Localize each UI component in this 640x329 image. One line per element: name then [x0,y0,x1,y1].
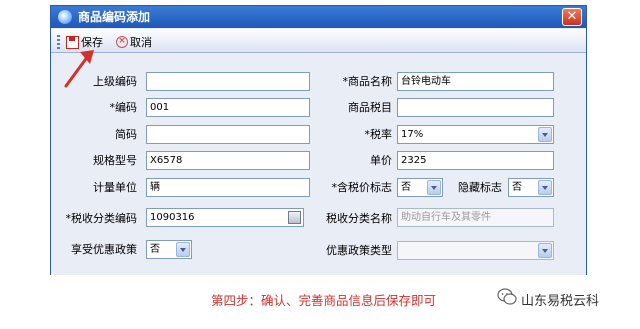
app-icon [58,10,72,24]
spec-model-label: 规格型号 [93,154,137,167]
preferential-policy-select[interactable]: 否 [146,240,192,259]
tax-class-code-field[interactable]: 1090316 [146,208,304,227]
preferential-policy-label: 享受优惠政策 [71,243,137,256]
product-name-field[interactable]: 台铃电动车 [397,72,554,91]
hidden-flag-label: 隐藏标志 [458,181,502,194]
window-title: 商品编码添加 [78,10,151,24]
hidden-flag-select[interactable]: 否 [508,178,554,197]
parent-code-field[interactable] [146,72,310,91]
instruction-caption: 第四步：确认、完善商品信息后保存即可 [211,293,437,308]
annotation-arrow-icon [64,50,94,88]
tax-class-code-value: 1090316 [150,212,195,223]
close-button[interactable]: ✕ [562,8,582,26]
tax-item-label: 商品税目 [348,101,392,114]
cancel-button[interactable]: × 取消 [116,33,152,51]
save-icon [66,35,79,49]
unit-field[interactable]: 辆 [146,178,310,197]
tax-class-name-label: 税收分类名称 [326,212,392,225]
preferential-policy-value: 否 [150,244,160,255]
tax-rate-value: 17% [401,129,424,140]
tax-class-name-field: 助动自行车及其零件 [397,208,554,227]
unit-label: 计量单位 [93,181,137,194]
cancel-icon: × [116,36,128,48]
tax-included-flag-select[interactable]: 否 [397,178,443,197]
chevron-down-icon[interactable] [176,242,190,257]
chevron-down-icon[interactable] [538,127,552,142]
tax-item-field[interactable] [397,98,554,117]
unit-price-field[interactable]: 2325 [397,151,554,170]
brand-watermark: 山东易税云科 [521,294,600,309]
product-name-label: *商品名称 [342,75,393,88]
unit-price-label: 单价 [370,154,392,167]
hidden-flag-value: 否 [512,182,522,193]
cancel-label: 取消 [130,36,152,49]
tax-class-code-label: *税收分类编码 [65,212,138,225]
chevron-down-icon[interactable] [538,180,552,195]
spec-model-field[interactable]: X6578 [146,151,310,170]
short-code-label: 简码 [115,128,137,141]
toolbar-grip-icon [57,35,60,49]
preferential-type-select [397,241,554,260]
preferential-type-label: 优惠政策类型 [326,244,392,257]
chevron-down-icon[interactable] [427,180,441,195]
code-label: *编码 [109,101,138,114]
tax-rate-label: *税率 [364,128,393,141]
tax-included-flag-value: 否 [401,182,411,193]
wechat-icon [497,288,517,305]
tax-rate-select[interactable]: 17% [397,125,554,144]
lookup-button[interactable] [288,211,301,224]
code-field[interactable]: 001 [146,98,310,117]
chevron-down-icon [538,243,552,258]
tax-included-flag-label: *含税价标志 [331,181,393,194]
short-code-field[interactable] [146,125,310,144]
